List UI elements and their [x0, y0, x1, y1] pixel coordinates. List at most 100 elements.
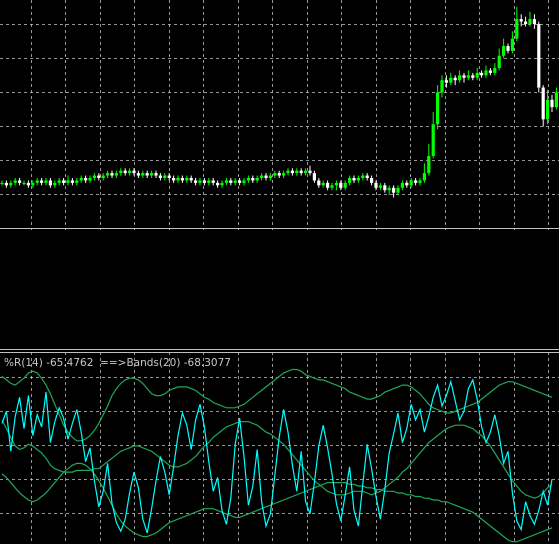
candle-body [537, 24, 541, 88]
candle-body [31, 182, 35, 186]
candle-body [48, 180, 52, 186]
candle-body [0, 182, 4, 185]
candle-body [163, 175, 167, 178]
candle-body [400, 182, 404, 188]
candle-body [480, 72, 484, 76]
candle-body [312, 173, 316, 181]
candle-body [304, 170, 308, 174]
candle-body [334, 182, 338, 186]
candle-body [207, 180, 211, 183]
candle-body [506, 46, 510, 51]
candle-body [414, 180, 418, 183]
candle-body [532, 19, 536, 24]
candle-body [106, 173, 110, 176]
price-chart-pane[interactable] [0, 0, 559, 230]
candle-body [488, 70, 492, 73]
candle-body [290, 170, 294, 174]
candle-body [418, 180, 422, 183]
candle-body [321, 182, 325, 186]
candle-body [92, 175, 96, 178]
candle-body [141, 173, 145, 176]
candle-body [387, 187, 391, 191]
candle-body [308, 170, 312, 174]
candle-body [114, 173, 118, 176]
candle-body [44, 180, 48, 183]
candle-body [339, 182, 343, 188]
candle-body [466, 75, 470, 78]
candle-body [264, 175, 268, 178]
candle-body [40, 180, 44, 183]
candle-body [348, 178, 352, 183]
candle-body [229, 180, 233, 183]
candle-body [123, 170, 127, 174]
candle-body [449, 77, 453, 83]
bands-upper-line [1, 368, 553, 442]
candle-body [53, 182, 57, 186]
candle-body [497, 55, 501, 68]
candle-body [317, 180, 321, 186]
candle-body [70, 180, 74, 183]
candle-body [185, 178, 189, 181]
candle-body [75, 180, 79, 183]
candle-body [242, 180, 246, 183]
indicator-label: %R(14) -65.4762 ==>Bands(20) -68.3077 [4, 357, 231, 369]
candle-body [18, 180, 22, 183]
candle-body [255, 178, 259, 181]
candle-body [282, 173, 286, 176]
candle-body [493, 68, 497, 73]
candle-body [167, 175, 171, 178]
candle-body [57, 180, 61, 183]
candle-body [101, 175, 105, 178]
candle-body [484, 70, 488, 76]
candle-body [378, 185, 382, 188]
candle-body [22, 182, 26, 185]
bands-lower-line [1, 462, 553, 543]
candle-body [172, 178, 176, 181]
candle-body [510, 38, 514, 51]
candle-body [286, 170, 290, 174]
candle-body [220, 182, 224, 186]
candle-body [343, 182, 347, 188]
grid [0, 0, 559, 230]
candle-body [396, 187, 400, 193]
candle-body [427, 156, 431, 174]
candle-body [128, 170, 132, 174]
indicator-chart-pane[interactable]: %R(14) -65.4762 ==>Bands(20) -68.3077 [0, 352, 559, 544]
candle-body [260, 175, 264, 178]
candle-body [405, 182, 409, 186]
candle-body [145, 173, 149, 176]
pane-splitter[interactable] [0, 349, 559, 350]
candle-body [519, 19, 523, 22]
candle-body [502, 46, 506, 56]
candle-body [194, 180, 198, 183]
candle-body [277, 173, 281, 176]
candle-body [330, 185, 334, 188]
candle-body [541, 87, 545, 120]
candle-body [515, 19, 519, 39]
candle-body [361, 175, 365, 178]
candle-body [198, 180, 202, 183]
candle-body [13, 180, 17, 183]
candle-body [202, 180, 206, 183]
candle-body [176, 178, 180, 181]
candle-body [453, 77, 457, 81]
candle-body [352, 178, 356, 181]
candles [0, 6, 558, 198]
candle-body [383, 185, 387, 191]
price-pane-bottom-border [0, 228, 559, 229]
candle-body [150, 173, 154, 176]
candle-body [158, 175, 162, 178]
candle-body [458, 75, 462, 81]
candle-body [409, 180, 413, 186]
price-chart [0, 0, 559, 230]
candle-body [136, 173, 140, 176]
candle-body [528, 19, 532, 24]
candle-body [374, 182, 378, 188]
candle-body [431, 124, 435, 156]
candle-body [365, 175, 369, 178]
candle-body [550, 99, 554, 108]
candle-body [216, 182, 220, 186]
candle-body [246, 178, 250, 181]
wpr-line [1, 378, 553, 534]
candle-body [119, 170, 123, 174]
